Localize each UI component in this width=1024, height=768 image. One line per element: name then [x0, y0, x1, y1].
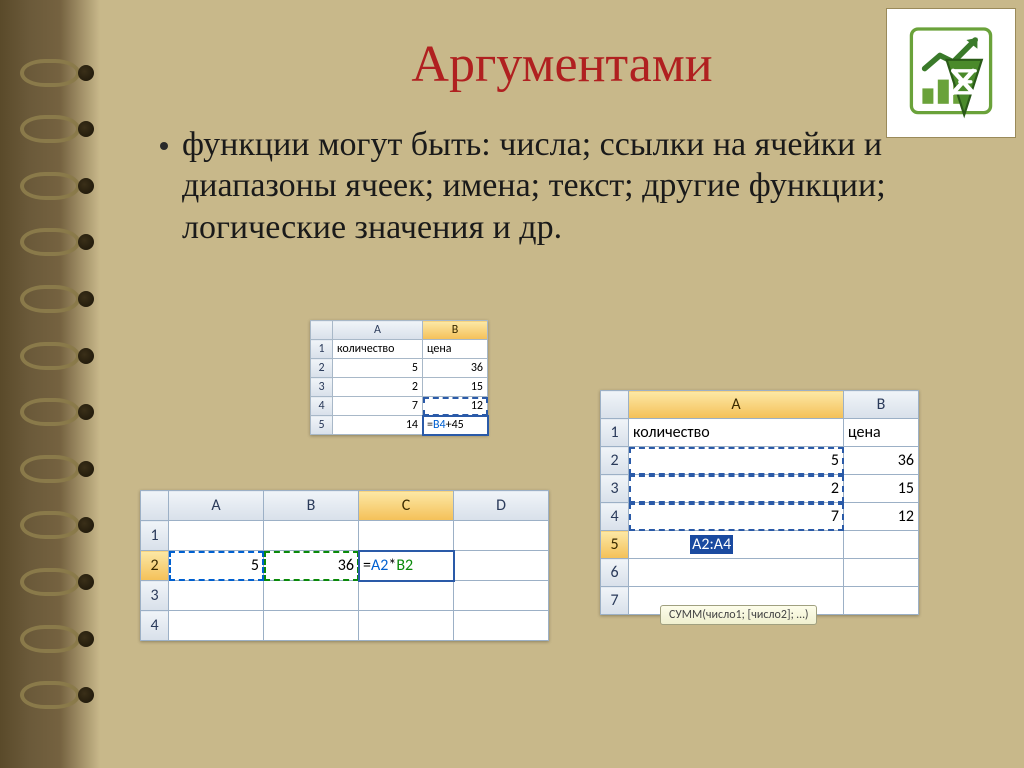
cell: цена: [423, 340, 488, 359]
spreadsheet-small: A B 1 количество цена 2 5 36 3 2 15 4 7 …: [310, 320, 488, 435]
cell-referenced: 5: [629, 447, 844, 475]
cell-referenced: 36: [264, 551, 359, 581]
cell: [844, 559, 919, 587]
cell-referenced: 2: [629, 475, 844, 503]
spreadsheet-mid: A B C D 1 2 5 36 =A2*B2 3 4: [140, 490, 549, 641]
row-header: 4: [601, 503, 629, 531]
cell: [264, 611, 359, 641]
bullet-text: функции могут быть: числа; ссылки на яче…: [182, 124, 974, 248]
select-all-corner: [311, 321, 333, 340]
row-header: 5: [601, 531, 629, 559]
cell-referenced: 12: [423, 397, 488, 416]
cell: [454, 581, 549, 611]
row-header: 3: [601, 475, 629, 503]
cell: [454, 551, 549, 581]
cell: [454, 521, 549, 551]
row-header: 3: [141, 581, 169, 611]
formula-cell: =B4+45: [423, 416, 488, 435]
select-all-corner: [601, 391, 629, 419]
column-header: B: [423, 321, 488, 340]
cell: [629, 559, 844, 587]
column-header: C: [359, 491, 454, 521]
column-header: D: [454, 491, 549, 521]
row-header: 3: [311, 378, 333, 397]
cell: 7: [333, 397, 423, 416]
row-header: 2: [311, 359, 333, 378]
formula-cell-sum: =СУММ(A2:A4): [629, 531, 844, 559]
row-header: 1: [141, 521, 169, 551]
row-header: 4: [141, 611, 169, 641]
column-header: B: [844, 391, 919, 419]
cell: [359, 611, 454, 641]
cell: цена: [844, 419, 919, 447]
row-header: 1: [311, 340, 333, 359]
cell: 12: [844, 503, 919, 531]
bullet-dot-icon: [160, 142, 168, 150]
cell: [264, 521, 359, 551]
cell: [169, 581, 264, 611]
cell: количество: [629, 419, 844, 447]
cell-referenced: 5: [169, 551, 264, 581]
row-header: 6: [601, 559, 629, 587]
cell: [844, 587, 919, 615]
cell: [844, 531, 919, 559]
column-header: A: [629, 391, 844, 419]
spreadsheet-big: A B 1 количество цена 2 5 36 3 2 15 4 7 …: [600, 390, 919, 615]
cell: 2: [333, 378, 423, 397]
cell: [169, 521, 264, 551]
cell: 14: [333, 416, 423, 435]
select-all-corner: [141, 491, 169, 521]
row-header: 1: [601, 419, 629, 447]
row-header: 2: [141, 551, 169, 581]
slide-title: Аргументами: [130, 35, 994, 94]
cell: [264, 581, 359, 611]
column-header: B: [264, 491, 359, 521]
cell: количество: [333, 340, 423, 359]
formula-cell: =A2*B2: [359, 551, 454, 581]
cell: 36: [423, 359, 488, 378]
cell: [359, 581, 454, 611]
row-header: 2: [601, 447, 629, 475]
row-header: 7: [601, 587, 629, 615]
spiral-binding: [0, 0, 100, 768]
column-header: A: [333, 321, 423, 340]
column-header: A: [169, 491, 264, 521]
function-tooltip: СУММ(число1; [число2]; …): [660, 605, 817, 625]
cell-referenced: 7: [629, 503, 844, 531]
cell: [454, 611, 549, 641]
cell: 15: [423, 378, 488, 397]
row-header: 5: [311, 416, 333, 435]
cell: [359, 521, 454, 551]
bullet-item: функции могут быть: числа; ссылки на яче…: [160, 124, 974, 248]
cell: [169, 611, 264, 641]
cell: 15: [844, 475, 919, 503]
cell: 36: [844, 447, 919, 475]
row-header: 4: [311, 397, 333, 416]
cell: 5: [333, 359, 423, 378]
